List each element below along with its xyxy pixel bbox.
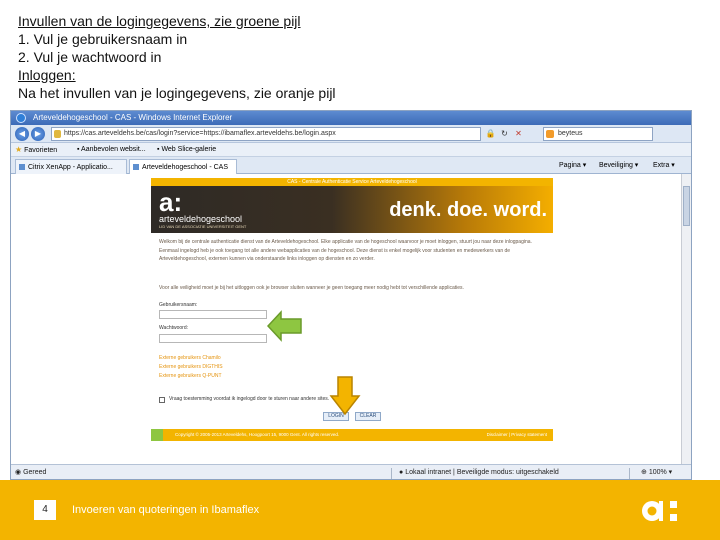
tab-page-icon [133, 164, 139, 170]
command-page[interactable]: Pagina ▾ [559, 158, 586, 173]
password-input[interactable] [159, 334, 267, 343]
lock-icon [54, 130, 61, 138]
remember-checkbox[interactable] [159, 397, 165, 403]
window-title: Arteveldehogeschool - CAS - Windows Inte… [33, 113, 233, 122]
footer-green-square [151, 429, 163, 441]
status-separator [629, 468, 630, 479]
green-arrow-icon [267, 310, 302, 342]
slide-footer: 4 Invoeren van quoteringen in Ibamaflex [0, 480, 720, 540]
cas-footer: Copyright © 2005-2013 Arteveldehs, Hoogp… [151, 429, 553, 441]
footer-title: Invoeren van quoteringen in Ibamaflex [72, 504, 260, 516]
address-row: ◀ ▶ https://cas.arteveldehs.be/cas/login… [11, 125, 691, 143]
fav-item-web-slice[interactable]: ▪ Web Slice-galerie [157, 143, 216, 157]
cas-topbar: CAS - Centrale Authenticatie Service Art… [151, 178, 553, 186]
orange-arrow-icon [329, 376, 361, 416]
internet-explorer-icon [16, 113, 26, 123]
external-link-qpunt[interactable]: Externe gebruikers Q-PUNT [159, 373, 222, 379]
scrollbar-thumb[interactable] [683, 186, 690, 226]
password-label: Wachtwoord: [159, 325, 188, 331]
page-number: 4 [34, 500, 56, 520]
forward-button[interactable]: ▶ [31, 127, 45, 141]
browser-titlebar: Arteveldehogeschool - CAS - Windows Inte… [11, 111, 691, 125]
artevelde-logo-mark: a: [159, 187, 183, 217]
search-text: beyteus [558, 130, 583, 137]
instruction-heading-login: Inloggen: [18, 67, 76, 83]
instruction-step-2: 2. Vul je wachtwoord in [18, 49, 162, 65]
cas-disclaimer-link[interactable]: Disclaimer | Privacy statement [487, 429, 547, 441]
artevelde-logo-subtitle: LID VAN DE ASSOCIATIE UNIVERSITEIT GENT [159, 224, 247, 229]
external-link-digthis[interactable]: Externe gebruikers DIGTHIS [159, 364, 223, 370]
command-tools[interactable]: Extra ▾ [653, 158, 675, 173]
tab-citrix[interactable]: Citrix XenApp - Applicatio... [15, 159, 127, 174]
back-button[interactable]: ◀ [15, 127, 29, 141]
artevelde-logo-icon [642, 501, 677, 521]
tab-page-icon [19, 164, 25, 170]
browser-screenshot: Arteveldehogeschool - CAS - Windows Inte… [10, 110, 692, 480]
search-box[interactable]: beyteus [543, 127, 653, 141]
search-provider-icon [546, 130, 554, 138]
address-url: https://cas.arteveldehs.be/cas/login?ser… [64, 130, 336, 137]
tab-row: Citrix XenApp - Applicatio... Arteveldeh… [11, 157, 691, 174]
instruction-login-text: Na het invullen van je logingegevens, zi… [18, 85, 336, 101]
zoom-level[interactable]: ⊕ 100% ▾ [641, 465, 672, 479]
status-zone: ● Lokaal intranet | Beveiligde modus: ui… [399, 469, 559, 476]
stop-icon[interactable]: ✕ [513, 128, 524, 139]
instruction-step-1: 1. Vul je gebruikersnaam in [18, 31, 188, 47]
username-label: Gebruikersnaam: [159, 302, 198, 308]
favorites-bar: ★ Favorieten ▪ Aanbevolen websit... ▪ We… [11, 143, 691, 157]
artevelde-logo-name: arteveldehogeschool [159, 214, 243, 224]
tab-cas[interactable]: Arteveldehogeschool - CAS [129, 159, 237, 174]
username-input[interactable] [159, 310, 267, 319]
certificate-lock-icon[interactable]: 🔒 [485, 128, 496, 139]
instruction-heading-login-data: Invullen van de logingegevens, zie groen… [18, 13, 301, 29]
star-icon: ★ [15, 145, 23, 154]
cas-logout-warning: Voor alle veiligheid moet je bij het uit… [159, 285, 464, 291]
slogan: denk. doe. word. [389, 199, 547, 221]
cas-intro-text: Welkom bij de centrale authenticatie die… [159, 239, 532, 262]
command-security[interactable]: Beveiliging ▾ [599, 158, 638, 173]
status-separator [391, 468, 392, 479]
external-link-chamilo[interactable]: Externe gebruikers Chamilo [159, 355, 221, 361]
favorites-button[interactable]: ★ Favorieten [15, 143, 57, 158]
fav-item-suggested[interactable]: ▪ Aanbevolen websit... [77, 143, 146, 157]
cas-copyright: Copyright © 2005-2013 Arteveldehs, Hoogp… [175, 432, 340, 437]
browser-scrollbar[interactable] [681, 174, 691, 464]
remember-label: Vraag toestemming voordat ik ingelogd do… [169, 396, 330, 402]
browser-viewport: CAS - Centrale Authenticatie Service Art… [11, 174, 691, 464]
cas-banner: a: arteveldehogeschool LID VAN DE ASSOCI… [151, 186, 553, 233]
address-bar[interactable]: https://cas.arteveldehs.be/cas/login?ser… [51, 127, 481, 141]
instructions: Invullen van de logingegevens, zie groen… [18, 12, 578, 102]
refresh-icon[interactable]: ↻ [499, 128, 510, 139]
browser-statusbar: ◉ Gereed ● Lokaal intranet | Beveiligde … [11, 464, 691, 479]
status-ready: ◉ Gereed [15, 469, 47, 476]
